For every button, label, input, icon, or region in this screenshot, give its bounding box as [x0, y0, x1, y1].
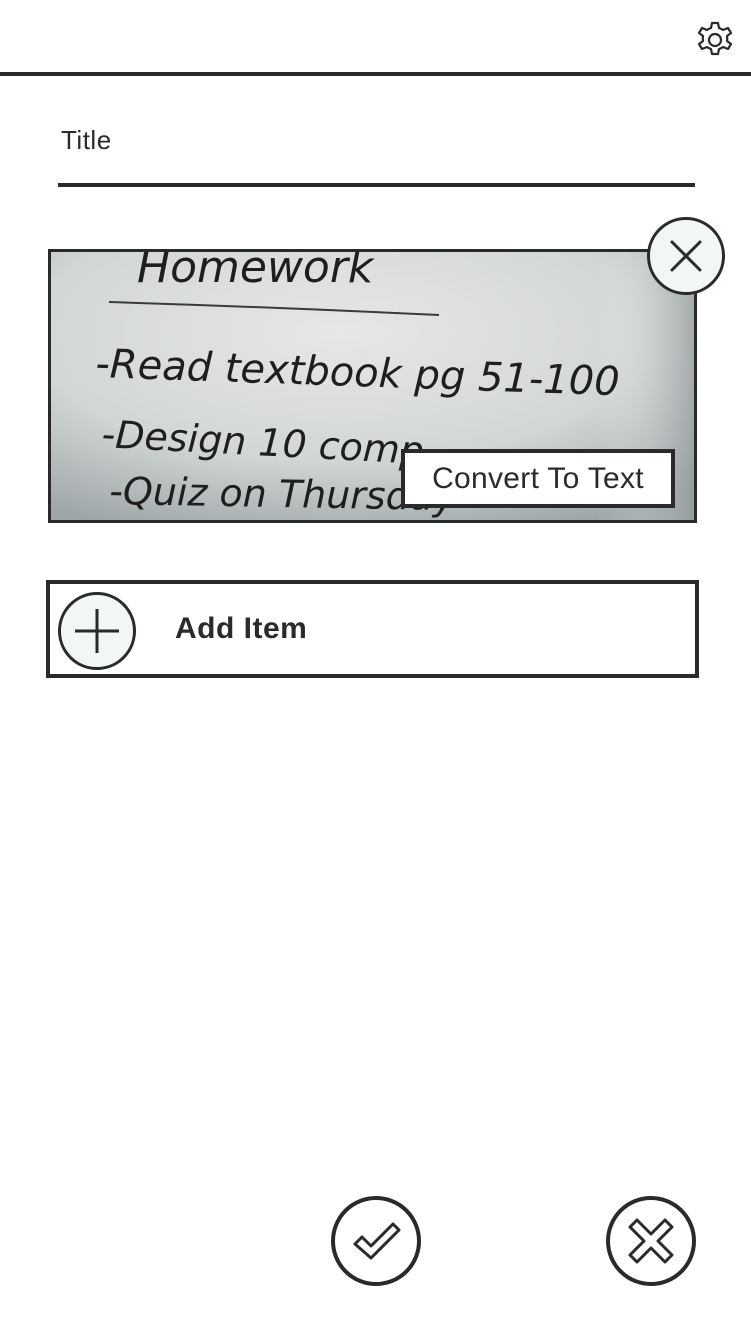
- add-item-button[interactable]: Add Item: [46, 580, 699, 678]
- plus-icon: [58, 592, 136, 670]
- confirm-button[interactable]: [331, 1196, 421, 1286]
- close-icon[interactable]: [647, 217, 725, 295]
- title-input-underline[interactable]: [58, 183, 695, 187]
- gear-icon[interactable]: [693, 18, 737, 62]
- title-field-label: Title: [61, 125, 112, 155]
- checkmark-icon: [353, 1222, 401, 1260]
- top-bar: [0, 0, 751, 76]
- close-icon: [628, 1218, 674, 1264]
- convert-to-text-button[interactable]: Convert To Text: [401, 449, 675, 508]
- handwriting-line-0: Homework: [137, 252, 375, 293]
- header-divider: [0, 72, 751, 76]
- add-item-label: Add Item: [175, 612, 308, 645]
- cancel-button[interactable]: [606, 1196, 696, 1286]
